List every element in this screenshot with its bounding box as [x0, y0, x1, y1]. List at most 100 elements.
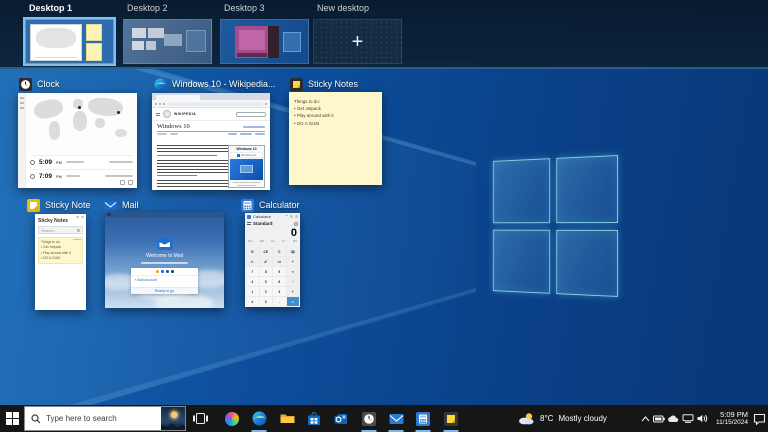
plus-icon: +	[352, 32, 364, 52]
edge-taskbar-button[interactable]	[247, 405, 271, 432]
tray-overflow-button[interactable]	[638, 405, 652, 432]
wikipedia-globe-logo	[163, 110, 171, 118]
outlook-button[interactable]	[329, 405, 353, 432]
mail-window-title: Mail	[122, 200, 139, 210]
desktop-2-thumbnail[interactable]	[123, 19, 212, 64]
clock-taskbar-button[interactable]	[357, 405, 381, 432]
map-pin	[78, 106, 81, 109]
alarm-icon	[30, 174, 35, 179]
text-placeholder	[66, 161, 84, 163]
weather-temperature: 8°C	[540, 414, 553, 423]
languages-link	[243, 126, 265, 128]
tray-network[interactable]	[681, 405, 695, 432]
text-placeholder	[157, 180, 231, 189]
search-box[interactable]: Type here to search	[24, 406, 186, 431]
onedrive-cloud-icon	[667, 415, 679, 423]
bing-daily-image[interactable]	[161, 407, 185, 430]
weather-widget[interactable]: 8°C Mostly cloudy	[518, 405, 628, 432]
history-icon	[294, 222, 298, 226]
store-button[interactable]	[302, 405, 326, 432]
text-placeholder	[157, 155, 217, 158]
store-icon	[307, 412, 321, 426]
search-icon	[77, 229, 80, 232]
task-view-screen: Desktop 1 Desktop 2 Desktop 3 New deskto…	[0, 0, 768, 432]
sticky-note-card: Things to do: • Get Jetpack • Play aroun…	[38, 237, 83, 264]
wikipedia-header: WIKIPEDIA	[152, 108, 270, 121]
article-heading-row: Windows 10	[152, 121, 270, 130]
infobox-screenshot	[230, 159, 263, 180]
clock-app-icon	[19, 78, 32, 91]
sticky-notes-thumbnail[interactable]: Things to do: • Get Jetpack • Play aroun…	[289, 92, 382, 185]
calculator-taskbar-button[interactable]	[411, 405, 435, 432]
mail-welcome-text: Welcome to Mail	[105, 253, 224, 259]
mail-taskbar-button[interactable]	[384, 405, 408, 432]
sticky-notes-window-header: Sticky Notes	[290, 77, 358, 91]
action-center-button[interactable]	[750, 405, 768, 432]
tray-battery[interactable]	[652, 405, 666, 432]
calculator-window-title: Calculator	[259, 200, 300, 210]
sticky-search-placeholder: Search...	[41, 228, 57, 233]
sticky-note-text: Things to do: • Get Jetpack • Play aroun…	[289, 92, 382, 133]
desktop-1-label: Desktop 1	[29, 3, 72, 13]
new-desktop-button[interactable]: +	[313, 19, 402, 64]
clock-meridiem-2: PM	[56, 174, 62, 179]
taskbar-date: 11/15/2024	[716, 419, 748, 427]
weather-icon	[518, 412, 535, 425]
sticky-notes-taskbar-button[interactable]	[439, 405, 463, 432]
clock-window-thumbnail[interactable]: 5:09 PM 7:09 PM	[18, 93, 137, 188]
article-title: Windows 10	[157, 123, 190, 130]
weather-condition: Mostly cloudy	[558, 414, 606, 423]
task-view-button[interactable]	[188, 405, 212, 432]
copilot-button[interactable]	[220, 405, 244, 432]
ready-to-go-button: Ready to go	[131, 287, 198, 294]
window-controls	[76, 216, 84, 218]
mail-welcome-icon	[157, 238, 172, 250]
window-controls	[285, 215, 298, 218]
file-explorer-button[interactable]	[275, 405, 299, 432]
sticky-notes-icon	[27, 199, 40, 212]
wikipedia-search	[236, 112, 266, 117]
provider-icons	[131, 268, 198, 273]
mail-icon	[389, 413, 404, 425]
outlook-icon	[334, 412, 348, 426]
clock-row-world: 7:09 PM	[30, 169, 133, 182]
desktop-1-thumbnail[interactable]	[25, 19, 114, 64]
calculator-mode: Standard	[253, 221, 273, 226]
sticky-notes-window-title: Sticky Notes	[308, 79, 358, 89]
sticky-list-thumbnail[interactable]: Sticky Notes Search... Things to do: • G…	[35, 214, 86, 310]
windows-logo-wallpaper	[493, 155, 618, 297]
calculator-keypad: %CEC⌫ ¹⁄ₓx²√x÷ 789× 456− 123+ ±0.=	[246, 247, 299, 306]
text-placeholder	[105, 175, 133, 177]
sticky-list-window-title: Sticky Note	[45, 200, 91, 210]
calculator-display: 0	[245, 227, 300, 239]
article-body: Windows 10 Windows 10	[157, 145, 265, 188]
taskbar-clock[interactable]: 5:09 PM 11/15/2024	[704, 405, 748, 432]
calculator-titlebar-icon	[247, 215, 251, 219]
edge-window-thumbnail[interactable]: WIKIPEDIA Windows 10 Windows 10 Windows …	[152, 93, 270, 190]
calculator-titlebar: Calculator	[245, 213, 300, 220]
clock-time-2: 7:09	[39, 173, 52, 180]
start-button[interactable]	[0, 405, 24, 432]
calculator-window-thumbnail[interactable]: Calculator Standard 0 MCMRM+M-MS %CEC⌫ ¹…	[245, 213, 300, 307]
calculator-mode-row: Standard	[245, 220, 300, 227]
text-placeholder	[109, 161, 133, 163]
new-desktop-label: New desktop	[317, 3, 369, 13]
text-placeholder	[157, 175, 197, 178]
mail-titlebar	[105, 212, 224, 217]
clock-window-title: Clock	[37, 79, 60, 89]
browser-tab-strip	[152, 93, 270, 100]
tray-onedrive[interactable]	[666, 405, 680, 432]
taskbar: Type here to search	[0, 405, 768, 432]
mail-window-header: Mail	[104, 198, 139, 212]
virtual-desktop-bar: Desktop 1 Desktop 2 Desktop 3 New deskto…	[0, 0, 768, 69]
clock-row-local: 5:09 PM	[30, 155, 133, 168]
text-placeholder	[141, 262, 189, 264]
calculator-memory-row: MCMRM+M-MS	[245, 239, 300, 243]
browser-toolbar	[152, 100, 270, 108]
network-icon	[682, 414, 694, 423]
mail-window-thumbnail[interactable]: Welcome to Mail + Add account Ready to g…	[105, 212, 224, 308]
search-icon	[31, 414, 41, 424]
desktop-3-thumbnail[interactable]	[220, 19, 309, 64]
infobox: Windows 10 Windows 10	[228, 145, 265, 188]
text-placeholder	[157, 145, 231, 154]
